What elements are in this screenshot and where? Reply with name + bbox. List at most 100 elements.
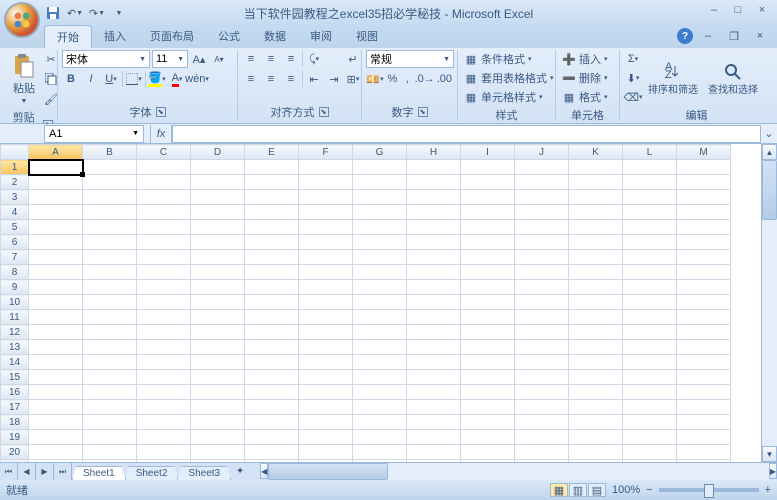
cell-D19[interactable]	[191, 430, 245, 445]
cell-M14[interactable]	[677, 355, 731, 370]
font-name-combo[interactable]: 宋体▼	[62, 50, 150, 68]
ribbon-tab-4[interactable]: 数据	[252, 25, 298, 48]
cell-L20[interactable]	[623, 445, 677, 460]
cell-L17[interactable]	[623, 400, 677, 415]
zoom-out-button[interactable]: −	[646, 484, 652, 496]
cell-F19[interactable]	[299, 430, 353, 445]
cell-B18[interactable]	[83, 415, 137, 430]
cell-B6[interactable]	[83, 235, 137, 250]
cell-I14[interactable]	[461, 355, 515, 370]
underline-button[interactable]: U▾	[102, 70, 120, 88]
cell-B21[interactable]	[83, 460, 137, 463]
cell-A8[interactable]	[29, 265, 83, 280]
cell-D18[interactable]	[191, 415, 245, 430]
cell-E6[interactable]	[245, 235, 299, 250]
cell-A16[interactable]	[29, 385, 83, 400]
cell-M10[interactable]	[677, 295, 731, 310]
cell-L15[interactable]	[623, 370, 677, 385]
cell-J4[interactable]	[515, 205, 569, 220]
cell-C2[interactable]	[137, 175, 191, 190]
sort-filter-button[interactable]: AZ 排序和筛选	[644, 58, 702, 98]
col-header-L[interactable]: L	[623, 145, 677, 160]
cell-C3[interactable]	[137, 190, 191, 205]
cell-G17[interactable]	[353, 400, 407, 415]
cell-I3[interactable]	[461, 190, 515, 205]
scroll-up-button[interactable]: ▲	[762, 144, 777, 160]
col-header-E[interactable]: E	[245, 145, 299, 160]
increase-decimal-button[interactable]: .0→	[416, 70, 434, 88]
cell-J20[interactable]	[515, 445, 569, 460]
row-header-2[interactable]: 2	[1, 175, 29, 190]
row-header-10[interactable]: 10	[1, 295, 29, 310]
cell-D21[interactable]	[191, 460, 245, 463]
row-header-17[interactable]: 17	[1, 400, 29, 415]
cell-K14[interactable]	[569, 355, 623, 370]
conditional-format-button[interactable]: ▦条件格式▾	[462, 50, 534, 68]
cell-K21[interactable]	[569, 460, 623, 463]
cell-M17[interactable]	[677, 400, 731, 415]
maximize-button[interactable]: □	[727, 2, 749, 18]
cell-D4[interactable]	[191, 205, 245, 220]
merge-button[interactable]: ⊞▾	[344, 70, 362, 88]
row-header-3[interactable]: 3	[1, 190, 29, 205]
cell-H18[interactable]	[407, 415, 461, 430]
cell-A15[interactable]	[29, 370, 83, 385]
cell-L1[interactable]	[623, 160, 677, 175]
cell-I9[interactable]	[461, 280, 515, 295]
cell-L12[interactable]	[623, 325, 677, 340]
cell-A20[interactable]	[29, 445, 83, 460]
cell-J16[interactable]	[515, 385, 569, 400]
cell-J2[interactable]	[515, 175, 569, 190]
cell-C11[interactable]	[137, 310, 191, 325]
cell-E20[interactable]	[245, 445, 299, 460]
cell-F13[interactable]	[299, 340, 353, 355]
cell-M6[interactable]	[677, 235, 731, 250]
cell-E1[interactable]	[245, 160, 299, 175]
cell-E10[interactable]	[245, 295, 299, 310]
cell-H16[interactable]	[407, 385, 461, 400]
cell-H2[interactable]	[407, 175, 461, 190]
grow-font-button[interactable]: A▴	[190, 50, 208, 68]
formula-bar-expand[interactable]: ⌄	[761, 127, 777, 140]
cell-F9[interactable]	[299, 280, 353, 295]
cell-J11[interactable]	[515, 310, 569, 325]
cell-C16[interactable]	[137, 385, 191, 400]
cell-D6[interactable]	[191, 235, 245, 250]
cell-A3[interactable]	[29, 190, 83, 205]
cell-D14[interactable]	[191, 355, 245, 370]
currency-button[interactable]: 💴▾	[366, 70, 384, 88]
cell-E18[interactable]	[245, 415, 299, 430]
insert-sheet-button[interactable]: ✦	[230, 463, 250, 480]
cell-K8[interactable]	[569, 265, 623, 280]
row-header-14[interactable]: 14	[1, 355, 29, 370]
orientation-button[interactable]: ⤹▾	[305, 50, 323, 68]
cell-E13[interactable]	[245, 340, 299, 355]
delete-cells-button[interactable]: ➖删除▾	[560, 69, 610, 87]
cell-G16[interactable]	[353, 385, 407, 400]
cell-J12[interactable]	[515, 325, 569, 340]
cell-F5[interactable]	[299, 220, 353, 235]
cell-H15[interactable]	[407, 370, 461, 385]
cell-G2[interactable]	[353, 175, 407, 190]
ribbon-tab-2[interactable]: 页面布局	[138, 25, 206, 48]
cell-J3[interactable]	[515, 190, 569, 205]
cell-C1[interactable]	[137, 160, 191, 175]
cell-M16[interactable]	[677, 385, 731, 400]
cell-J14[interactable]	[515, 355, 569, 370]
cell-K12[interactable]	[569, 325, 623, 340]
cell-K3[interactable]	[569, 190, 623, 205]
cell-J1[interactable]	[515, 160, 569, 175]
cell-L8[interactable]	[623, 265, 677, 280]
page-break-view-button[interactable]: ▤	[588, 483, 606, 497]
cell-K1[interactable]	[569, 160, 623, 175]
cell-C4[interactable]	[137, 205, 191, 220]
cell-H10[interactable]	[407, 295, 461, 310]
align-middle-button[interactable]: ≡	[262, 50, 280, 68]
italic-button[interactable]: I	[82, 70, 100, 88]
cell-G19[interactable]	[353, 430, 407, 445]
cell-H17[interactable]	[407, 400, 461, 415]
cell-C19[interactable]	[137, 430, 191, 445]
cell-K6[interactable]	[569, 235, 623, 250]
border-button[interactable]: ▾	[125, 70, 143, 88]
ribbon-tab-0[interactable]: 开始	[44, 25, 92, 48]
